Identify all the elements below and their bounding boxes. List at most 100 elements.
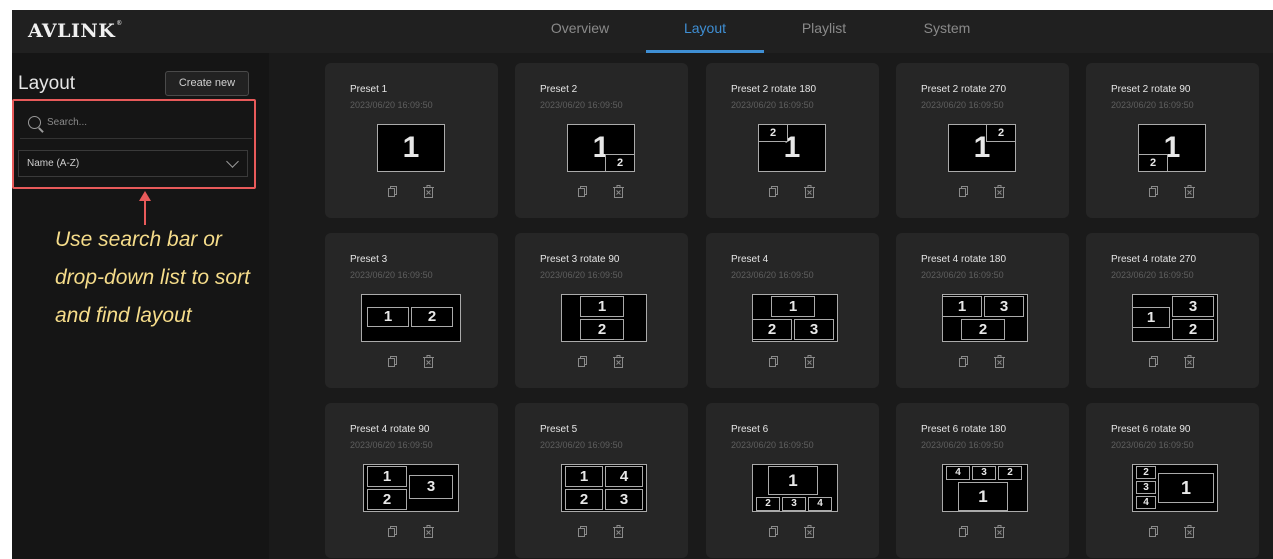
delete-icon[interactable] xyxy=(1184,355,1195,368)
delete-icon[interactable] xyxy=(994,355,1005,368)
preset-date: 2023/06/20 16:09:50 xyxy=(540,270,623,280)
pane-3: 3 xyxy=(794,319,834,340)
layout-diagram: 1 xyxy=(377,124,445,172)
preset-card[interactable]: Preset 4 rotate 90 2023/06/20 16:09:50 1… xyxy=(325,403,498,558)
pane-3: 3 xyxy=(409,475,453,499)
preset-card[interactable]: Preset 2 rotate 90 2023/06/20 16:09:50 1… xyxy=(1086,63,1259,218)
preset-name: Preset 4 xyxy=(731,254,769,265)
pane-4: 4 xyxy=(808,497,832,511)
preset-card[interactable]: Preset 2 rotate 270 2023/06/20 16:09:50 … xyxy=(896,63,1069,218)
pane-3: 3 xyxy=(984,296,1024,317)
main-tabs: Overview Layout Playlist System xyxy=(12,10,1273,53)
preset-card[interactable]: Preset 4 2023/06/20 16:09:50 1 2 3 xyxy=(706,233,879,388)
copy-icon[interactable] xyxy=(1149,186,1158,197)
copy-icon[interactable] xyxy=(959,356,968,367)
copy-icon[interactable] xyxy=(388,186,397,197)
pane-1: 1 xyxy=(377,124,445,172)
pane-1: 1 xyxy=(958,482,1008,511)
pane-3: 3 xyxy=(972,466,996,480)
delete-icon[interactable] xyxy=(994,525,1005,538)
delete-icon[interactable] xyxy=(804,525,815,538)
copy-icon[interactable] xyxy=(578,526,587,537)
preset-card[interactable]: Preset 6 rotate 180 2023/06/20 16:09:50 … xyxy=(896,403,1069,558)
preset-card[interactable]: Preset 4 rotate 180 2023/06/20 16:09:50 … xyxy=(896,233,1069,388)
copy-icon[interactable] xyxy=(959,186,968,197)
sidebar-title: Layout xyxy=(18,73,76,94)
preset-name: Preset 2 xyxy=(540,84,578,95)
copy-icon[interactable] xyxy=(578,356,587,367)
delete-icon[interactable] xyxy=(613,525,624,538)
preset-card[interactable]: Preset 4 rotate 270 2023/06/20 16:09:50 … xyxy=(1086,233,1259,388)
preset-name: Preset 2 rotate 180 xyxy=(731,84,817,95)
preset-date: 2023/06/20 16:09:50 xyxy=(1111,100,1194,110)
delete-icon[interactable] xyxy=(613,355,624,368)
copy-icon[interactable] xyxy=(769,356,778,367)
preset-date: 2023/06/20 16:09:50 xyxy=(731,440,814,450)
preset-name: Preset 5 xyxy=(540,424,578,435)
tab-playlist[interactable]: Playlist xyxy=(788,10,860,53)
preset-name: Preset 2 rotate 270 xyxy=(921,84,1007,95)
preset-date: 2023/06/20 16:09:50 xyxy=(540,100,623,110)
preset-date: 2023/06/20 16:09:50 xyxy=(921,100,1004,110)
layout-diagram: 3 1 2 xyxy=(1132,294,1218,342)
copy-icon[interactable] xyxy=(1149,526,1158,537)
delete-icon[interactable] xyxy=(804,355,815,368)
pane-4: 4 xyxy=(1136,496,1156,509)
delete-icon[interactable] xyxy=(423,185,434,198)
pane-2: 2 xyxy=(758,124,788,142)
preset-card[interactable]: Preset 6 rotate 90 2023/06/20 16:09:50 2… xyxy=(1086,403,1259,558)
copy-icon[interactable] xyxy=(578,186,587,197)
layout-diagram: 1 2 xyxy=(361,294,461,342)
layout-diagram: 1 2 3 4 xyxy=(752,464,838,512)
preset-card[interactable]: Preset 1 2023/06/20 16:09:50 1 xyxy=(325,63,498,218)
sidebar: Layout Create new Name (A-Z) Use search … xyxy=(12,53,269,559)
preset-name: Preset 4 rotate 180 xyxy=(921,254,1007,265)
pane-2: 2 xyxy=(411,307,453,327)
pane-2: 2 xyxy=(580,319,624,340)
copy-icon[interactable] xyxy=(769,186,778,197)
top-bar: AVLINK® Overview Layout Playlist System xyxy=(12,10,1273,53)
pane-2: 2 xyxy=(756,497,780,511)
preset-card[interactable]: Preset 6 2023/06/20 16:09:50 1 2 3 4 xyxy=(706,403,879,558)
layout-diagram: 1 3 2 xyxy=(942,294,1028,342)
pane-3: 3 xyxy=(605,489,643,510)
pane-2: 2 xyxy=(1172,319,1214,340)
preset-name: Preset 6 xyxy=(731,424,769,435)
preset-name: Preset 6 rotate 90 xyxy=(1111,424,1191,435)
delete-icon[interactable] xyxy=(994,185,1005,198)
preset-card[interactable]: Preset 5 2023/06/20 16:09:50 1 4 2 3 xyxy=(515,403,688,558)
delete-icon[interactable] xyxy=(804,185,815,198)
preset-date: 2023/06/20 16:09:50 xyxy=(350,440,433,450)
preset-date: 2023/06/20 16:09:50 xyxy=(350,100,433,110)
pane-1: 1 xyxy=(771,296,815,317)
tab-system[interactable]: System xyxy=(912,10,982,53)
layout-diagram: 1 3 2 xyxy=(363,464,459,512)
tab-overview[interactable]: Overview xyxy=(540,10,620,53)
copy-icon[interactable] xyxy=(388,526,397,537)
preset-card[interactable]: Preset 3 rotate 90 2023/06/20 16:09:50 1… xyxy=(515,233,688,388)
delete-icon[interactable] xyxy=(613,185,624,198)
pane-1: 1 xyxy=(565,466,603,487)
copy-icon[interactable] xyxy=(769,526,778,537)
pane-3: 3 xyxy=(1172,296,1214,317)
delete-icon[interactable] xyxy=(423,525,434,538)
pane-1: 1 xyxy=(768,466,818,495)
layout-diagram: 1 4 2 3 xyxy=(561,464,647,512)
preset-date: 2023/06/20 16:09:50 xyxy=(1111,270,1194,280)
pane-2: 2 xyxy=(367,489,407,510)
copy-icon[interactable] xyxy=(388,356,397,367)
preset-card[interactable]: Preset 2 rotate 180 2023/06/20 16:09:50 … xyxy=(706,63,879,218)
tab-layout[interactable]: Layout xyxy=(646,10,764,53)
delete-icon[interactable] xyxy=(423,355,434,368)
copy-icon[interactable] xyxy=(959,526,968,537)
copy-icon[interactable] xyxy=(1149,356,1158,367)
preset-name: Preset 3 rotate 90 xyxy=(540,254,620,265)
layout-diagram: 1 2 3 xyxy=(752,294,838,342)
preset-card[interactable]: Preset 2 2023/06/20 16:09:50 1 2 xyxy=(515,63,688,218)
preset-card[interactable]: Preset 3 2023/06/20 16:09:50 1 2 xyxy=(325,233,498,388)
delete-icon[interactable] xyxy=(1184,185,1195,198)
pane-2: 2 xyxy=(752,319,792,340)
preset-name: Preset 6 rotate 180 xyxy=(921,424,1007,435)
delete-icon[interactable] xyxy=(1184,525,1195,538)
create-new-button[interactable]: Create new xyxy=(165,71,249,96)
